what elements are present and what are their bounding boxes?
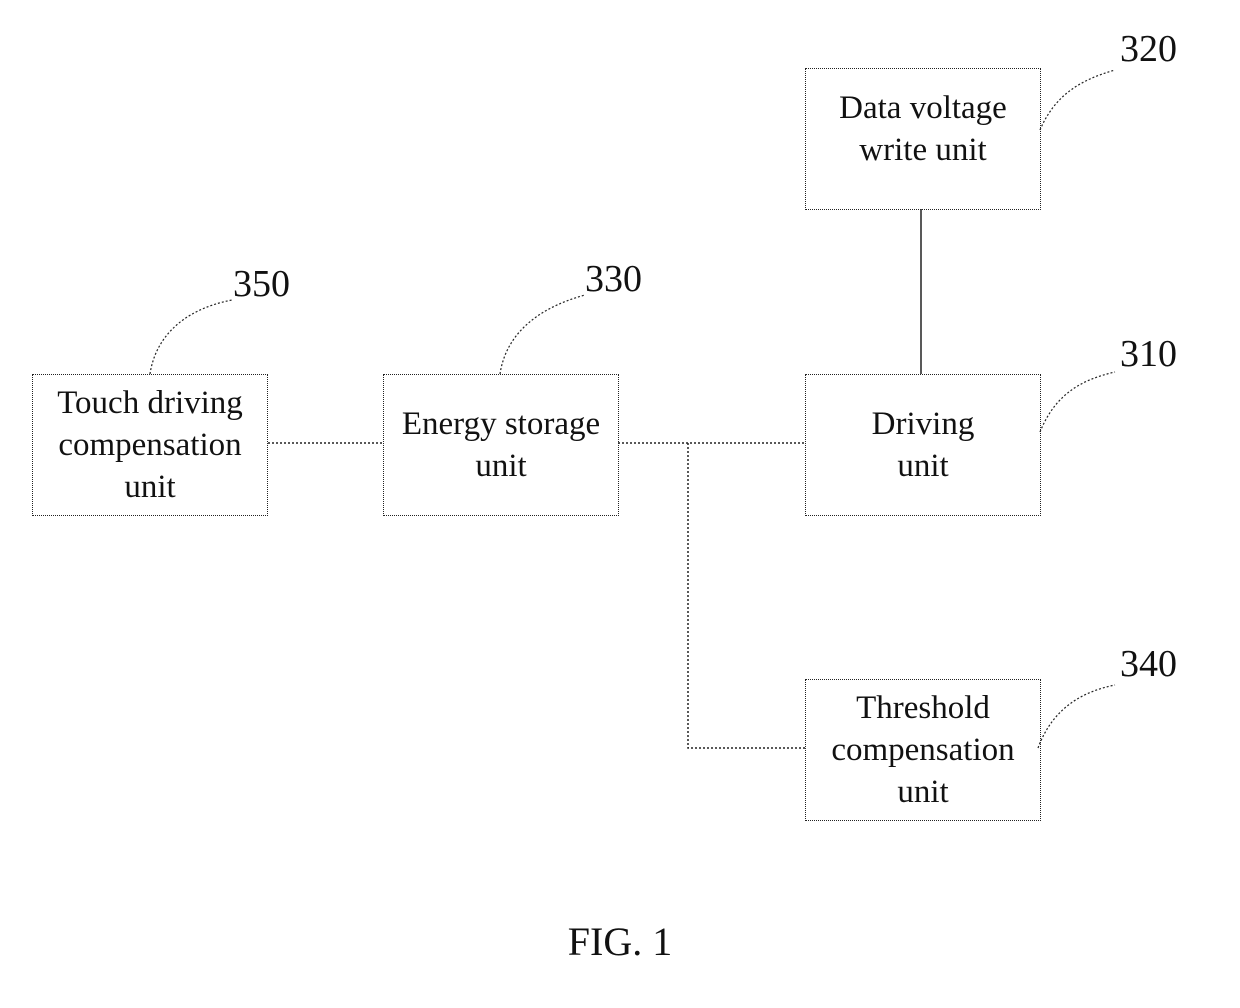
block-label: Energy storage unit <box>401 406 601 484</box>
ref-number-340: 340 <box>1120 643 1177 685</box>
connector-330-340 <box>687 443 806 749</box>
ref-number-350: 350 <box>233 263 290 305</box>
leader-320 <box>1039 69 1116 131</box>
leader-350 <box>149 299 233 375</box>
block-threshold-compensation-unit: Threshold compensation unit <box>805 679 1041 821</box>
block-touch-driving-compensation-unit: Touch driving compensation unit <box>32 374 268 516</box>
leader-340 <box>1037 684 1116 749</box>
ref-number-330: 330 <box>585 258 642 300</box>
ref-number-320: 320 <box>1120 28 1177 70</box>
block-driving-unit: Driving unit <box>805 374 1041 516</box>
leader-330 <box>499 294 586 375</box>
block-data-voltage-write-unit: Data voltage write unit <box>805 68 1041 210</box>
block-energy-storage-unit: Energy storage unit <box>383 374 619 516</box>
block-label: Driving unit <box>871 406 975 484</box>
block-label: Touch driving compensation unit <box>57 385 243 505</box>
block-label: Data voltage write unit <box>839 90 1007 168</box>
figure-caption: FIG. 1 <box>567 919 673 964</box>
leader-310 <box>1039 371 1116 433</box>
ref-number-310: 310 <box>1120 333 1177 375</box>
block-label: Threshold compensation unit <box>831 690 1015 810</box>
